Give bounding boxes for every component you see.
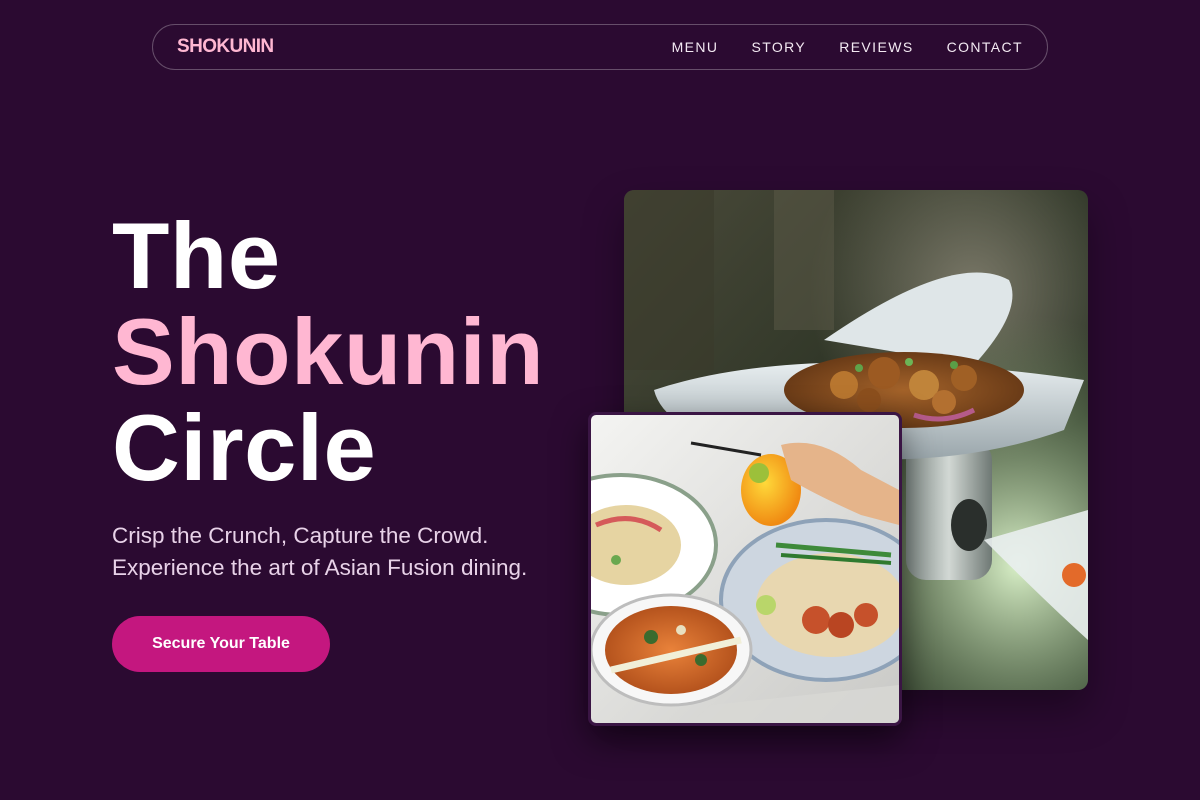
nav-links: MENU STORY REVIEWS CONTACT — [672, 39, 1023, 55]
hero-title: The Shokunin Circle — [112, 208, 544, 496]
landing-page: SHOKUNIN MENU STORY REVIEWS CONTACT The … — [0, 0, 1200, 800]
top-navigation: SHOKUNIN MENU STORY REVIEWS CONTACT — [152, 24, 1048, 70]
nav-link-menu[interactable]: MENU — [672, 39, 719, 55]
secure-table-button[interactable]: Secure Your Table — [112, 616, 330, 672]
hero-tagline: Crisp the Crunch, Capture the Crowd. Exp… — [112, 520, 527, 584]
tagline-line-2: Experience the art of Asian Fusion dinin… — [112, 555, 528, 580]
nav-link-story[interactable]: STORY — [751, 39, 806, 55]
hero-title-line-2: Shokunin — [112, 299, 545, 404]
brand-logo[interactable]: SHOKUNIN — [177, 36, 274, 58]
nav-link-reviews[interactable]: REVIEWS — [839, 39, 913, 55]
tagline-line-1: Crisp the Crunch, Capture the Crowd. — [112, 523, 489, 548]
hero-title-line-1: The — [112, 203, 281, 308]
hero-title-line-3: Circle — [112, 395, 377, 500]
nav-link-contact[interactable]: CONTACT — [947, 39, 1023, 55]
inset-dishes-photo — [588, 412, 902, 726]
